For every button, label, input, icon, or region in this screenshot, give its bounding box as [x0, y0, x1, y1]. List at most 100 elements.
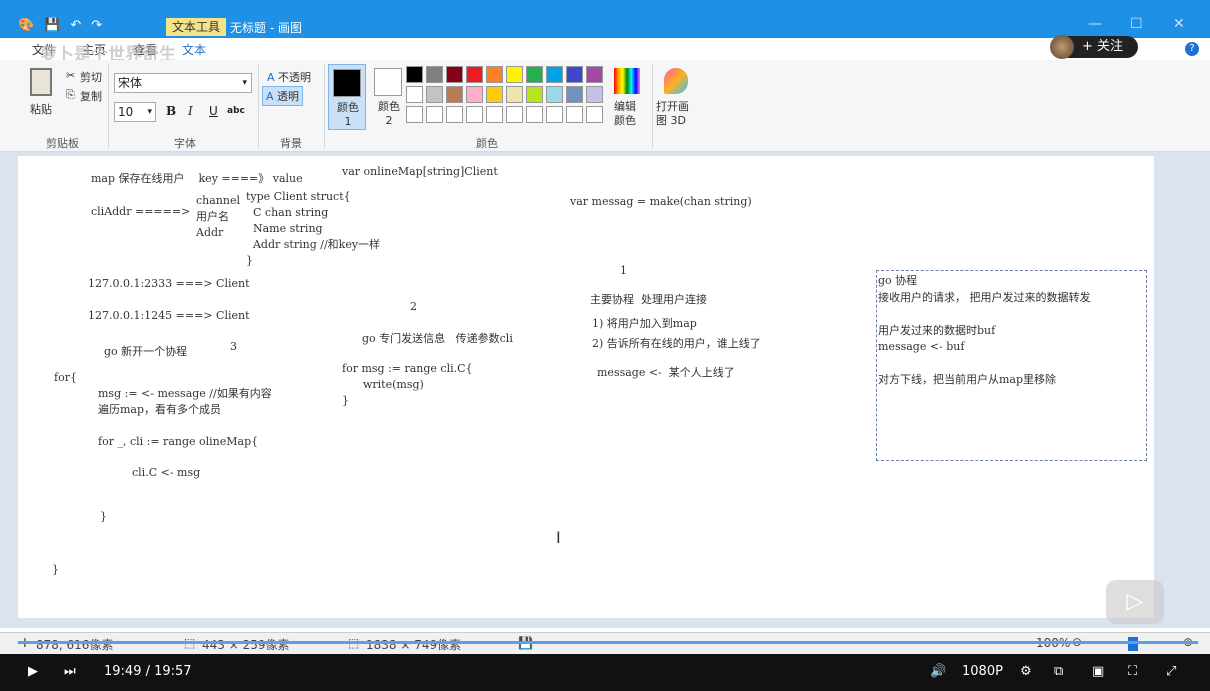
paint3d-icon[interactable]: [664, 68, 688, 94]
edit-colors-icon[interactable]: [614, 68, 640, 94]
color1-button[interactable]: 颜色 1: [328, 64, 366, 130]
custom-color-slot[interactable]: [486, 106, 503, 123]
palette-swatch[interactable]: [446, 66, 463, 83]
palette-swatch[interactable]: [566, 66, 583, 83]
canvas-text: for _, cli := range olineMap{: [98, 435, 259, 448]
avatar: [1050, 35, 1074, 59]
paint-app-icon: 🎨: [18, 18, 35, 33]
transparent-button[interactable]: A 透明: [262, 86, 304, 106]
canvas-text: for msg := range cli.C{ write(msg) }: [342, 362, 473, 407]
canvas-text: }: [100, 510, 107, 523]
tab-text[interactable]: 文本: [182, 41, 206, 58]
custom-color-slot[interactable]: [466, 106, 483, 123]
text-selection-box[interactable]: go 协程 接收用户的请求， 把用户发过来的数据转发 用户发过来的数据时buf …: [876, 270, 1147, 461]
paint3d-button[interactable]: 打开画图 3D: [656, 100, 696, 128]
title-bar: 🎨 💾 ↶ ↷ 文本工具 无标题 - 画图 — ☐ ✕: [0, 0, 1210, 38]
play-overlay-icon[interactable]: ▷: [1106, 580, 1164, 624]
palette-swatch[interactable]: [586, 86, 603, 103]
palette-swatch[interactable]: [406, 86, 423, 103]
canvas-text: 127.0.0.1:1245 ===> Client: [88, 309, 250, 322]
palette-swatch[interactable]: [466, 86, 483, 103]
selected-text[interactable]: go 协程 接收用户的请求， 把用户发过来的数据转发 用户发过来的数据时buf …: [878, 273, 1091, 389]
palette-swatch[interactable]: [546, 86, 563, 103]
canvas-text: for{: [54, 371, 77, 384]
palette-swatch[interactable]: [526, 66, 543, 83]
font-family-select[interactable]: 宋体 ▾: [114, 73, 252, 93]
divider: [258, 64, 259, 148]
edit-colors-button[interactable]: 编辑颜色: [614, 100, 642, 128]
canvas-text: }: [52, 563, 59, 576]
minimize-button[interactable]: —: [1088, 16, 1102, 32]
palette-swatch[interactable]: [446, 86, 463, 103]
cut-icon[interactable]: ✂: [66, 69, 75, 82]
custom-color-slot[interactable]: [506, 106, 523, 123]
zoom-slider-thumb[interactable]: [1128, 637, 1138, 651]
widescreen-icon[interactable]: ▣: [1092, 664, 1104, 679]
custom-color-slot[interactable]: [406, 106, 423, 123]
bold-button[interactable]: B: [166, 104, 176, 118]
quality-button[interactable]: 1080P: [962, 664, 1003, 679]
strikethrough-button[interactable]: abc: [227, 106, 245, 116]
custom-color-slot[interactable]: [526, 106, 543, 123]
next-icon[interactable]: ⏭: [64, 664, 76, 679]
video-time: 19:49 / 19:57: [104, 664, 192, 679]
canvas-text: go 专门发送信息 传递参数cli: [362, 332, 513, 345]
canvas-text: message <- 某个人上线了: [597, 366, 735, 379]
font-size-select[interactable]: 10 ▾: [114, 102, 156, 122]
play-icon[interactable]: ▶: [28, 664, 38, 679]
cut-button[interactable]: 剪切: [80, 69, 102, 85]
pip-icon[interactable]: ⧉: [1054, 664, 1063, 679]
video-progress-bar[interactable]: [18, 641, 1198, 644]
palette-swatch[interactable]: [466, 66, 483, 83]
palette-swatch[interactable]: [486, 66, 503, 83]
palette-swatch[interactable]: [426, 66, 443, 83]
custom-color-slot[interactable]: [546, 106, 563, 123]
close-button[interactable]: ✕: [1173, 16, 1185, 32]
paste-button[interactable]: 粘贴: [30, 101, 52, 117]
transparent-icon: A: [266, 90, 274, 103]
palette-swatch[interactable]: [406, 66, 423, 83]
custom-color-slot[interactable]: [426, 106, 443, 123]
maximize-button[interactable]: ☐: [1130, 16, 1143, 32]
opaque-icon: A: [267, 71, 275, 84]
custom-color-slot[interactable]: [446, 106, 463, 123]
palette-swatch[interactable]: [586, 66, 603, 83]
settings-icon[interactable]: ⚙: [1020, 664, 1032, 679]
copy-icon[interactable]: ⎘: [66, 88, 75, 102]
palette-swatch[interactable]: [506, 86, 523, 103]
font-group-label: 字体: [174, 137, 196, 150]
palette-swatch[interactable]: [526, 86, 543, 103]
redo-icon[interactable]: ↷: [91, 18, 102, 33]
canvas-text: type Client struct{ C chan string Name s…: [246, 190, 381, 267]
window-title: 无标题 - 画图: [230, 21, 302, 35]
paste-icon[interactable]: [30, 68, 52, 96]
fullscreen-icon[interactable]: ⛶: [1128, 664, 1137, 679]
help-icon[interactable]: ?: [1185, 42, 1199, 56]
underline-button[interactable]: U: [209, 104, 218, 118]
custom-color-slot[interactable]: [566, 106, 583, 123]
text-cursor-icon: I: [556, 528, 561, 547]
volume-icon[interactable]: 🔊: [930, 664, 946, 679]
background-group-label: 背景: [280, 137, 302, 150]
palette-swatch[interactable]: [566, 86, 583, 103]
palette-swatch[interactable]: [426, 86, 443, 103]
palette-swatch[interactable]: [546, 66, 563, 83]
palette-swatch[interactable]: [486, 86, 503, 103]
web-fullscreen-icon[interactable]: ⤢: [1166, 664, 1176, 679]
color2-button[interactable]: 颜色 2: [370, 64, 408, 130]
video-player-controls: ▶ ⏭ 19:49 / 19:57 🔊 1080P ⚙ ⧉ ▣ ⛶ ⤢: [0, 654, 1210, 691]
canvas-text: var messag = make(chan string): [570, 195, 752, 208]
undo-icon[interactable]: ↶: [70, 18, 81, 33]
canvas-text: var onlineMap[string]Client: [342, 165, 498, 178]
follow-button[interactable]: + 关注: [1050, 35, 1138, 59]
opaque-button[interactable]: A 不透明: [264, 68, 314, 86]
canvas-text: 主要协程 处理用户连接: [590, 293, 707, 306]
palette-swatch[interactable]: [506, 66, 523, 83]
copy-button[interactable]: 复制: [80, 88, 102, 104]
canvas-text: 127.0.0.1:2333 ===> Client: [88, 277, 250, 290]
italic-button[interactable]: I: [188, 104, 193, 118]
save-icon[interactable]: 💾: [44, 18, 60, 33]
custom-color-slot[interactable]: [586, 106, 603, 123]
canvas-size: 1838 × 749像素: [366, 638, 462, 652]
divider: [652, 64, 653, 148]
